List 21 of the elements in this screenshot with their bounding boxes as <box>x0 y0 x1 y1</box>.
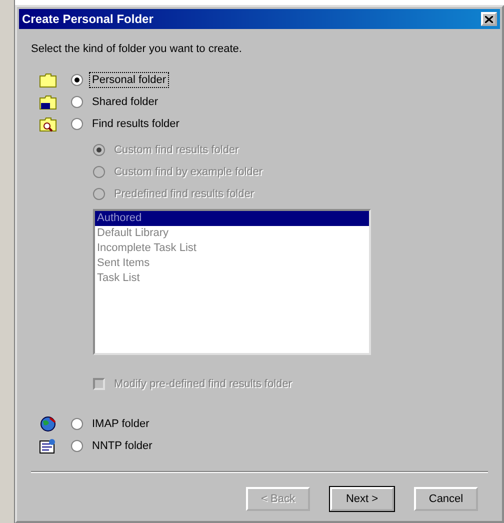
dialog-button[interactable]: Next > <box>330 487 394 511</box>
radio-label[interactable]: NNTP folder <box>89 438 156 454</box>
radio-button[interactable] <box>71 74 83 86</box>
radio-button[interactable] <box>71 440 83 452</box>
radio-label[interactable]: Find results folder <box>89 116 182 132</box>
radio-button[interactable] <box>71 96 83 108</box>
globe-icon <box>39 416 57 432</box>
folder-icon <box>39 72 57 88</box>
close-icon <box>485 16 493 22</box>
radio-button[interactable] <box>71 118 83 130</box>
dialog-button[interactable]: Cancel <box>414 487 478 511</box>
shared-folder-icon <box>39 94 57 110</box>
close-button[interactable] <box>481 12 497 26</box>
window-title: Create Personal Folder <box>22 12 154 26</box>
instruction-text: Select the kind of folder you want to create. <box>31 43 243 55</box>
radio-button[interactable] <box>71 418 83 430</box>
newsgroup-icon <box>39 438 57 454</box>
radio-label[interactable]: IMAP folder <box>89 416 152 432</box>
radio-label[interactable]: Personal folder <box>89 72 169 88</box>
search-folder-icon <box>39 116 57 132</box>
radio-label[interactable]: Shared folder <box>89 94 162 110</box>
